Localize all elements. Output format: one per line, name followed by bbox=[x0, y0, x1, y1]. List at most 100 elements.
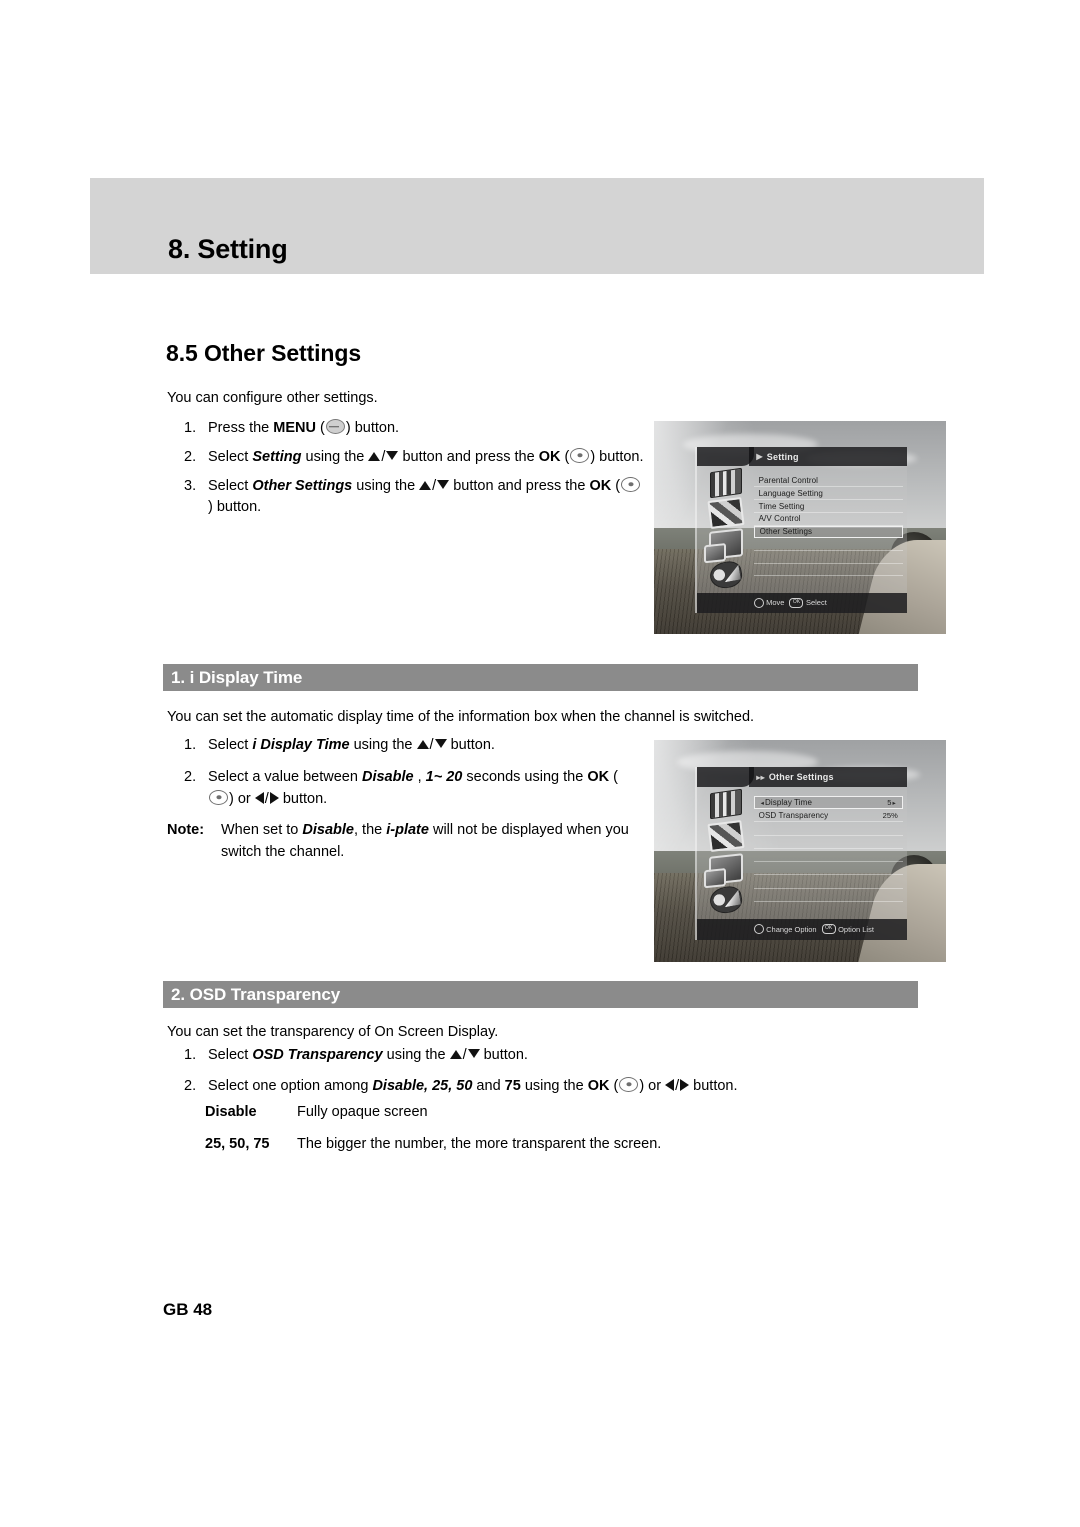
osd-screenshot-setting: ▶ Setting Parental Control Language Sett… bbox=[654, 421, 946, 634]
osd-menu-item-empty bbox=[753, 875, 903, 889]
step-text-pre: Select bbox=[208, 737, 253, 753]
osd-menu-item-selected[interactable]: Other Settings bbox=[753, 525, 903, 539]
step-text-mid2: button and press the bbox=[449, 477, 590, 494]
note-text-pre: When set to bbox=[221, 822, 303, 838]
ok-button-icon bbox=[621, 476, 641, 492]
step-text-mid3: ( bbox=[609, 1077, 619, 1094]
step-text: Select a value between Disable , 1~ 20 s… bbox=[208, 768, 618, 807]
step-text-post: button. bbox=[446, 737, 495, 753]
osd-menu-item-value: 25% bbox=[882, 810, 898, 820]
nav-key-icon bbox=[753, 924, 764, 935]
osd-hint-move: Move bbox=[753, 597, 784, 608]
ok-button-icon bbox=[209, 789, 228, 805]
arrow-right-icon bbox=[269, 791, 279, 804]
sub1-steps: 1. Select i Display Time using the / but… bbox=[184, 735, 634, 817]
osd-menu-item-empty bbox=[753, 564, 903, 577]
ok-keyword: OK bbox=[587, 768, 610, 785]
arrow-right-icon bbox=[680, 1078, 690, 1091]
nav-key-icon bbox=[753, 597, 764, 608]
chapter-title: 8. Setting bbox=[168, 234, 288, 264]
arrow-up-icon bbox=[419, 480, 432, 490]
osd-hint-bar: Move OK Select bbox=[696, 592, 908, 613]
step-text-post: ( bbox=[560, 448, 570, 465]
step-text: Select Setting using the / button and pr… bbox=[208, 447, 644, 465]
step-number: 2. bbox=[184, 1077, 197, 1094]
sub1-intro: You can set the automatic display time o… bbox=[167, 709, 755, 725]
arrow-down-icon bbox=[467, 1049, 480, 1058]
step-text-pre: Select bbox=[208, 1047, 253, 1063]
step-text-pre: Select bbox=[208, 448, 253, 465]
sub2-intro: You can set the transparency of On Scree… bbox=[167, 1024, 499, 1040]
step-item: 2. Select a value between Disable , 1~ 2… bbox=[184, 767, 634, 811]
step-item: 3. Select Other Settings using the / but… bbox=[184, 476, 644, 520]
osd-menu-item-label: Display Time bbox=[765, 798, 812, 808]
step-text-tail: ) button. bbox=[208, 499, 262, 516]
osd-menu-item-empty bbox=[753, 849, 903, 863]
note-label: Note: bbox=[167, 822, 205, 838]
osd-menu-item[interactable]: A/V Control bbox=[753, 513, 903, 526]
step-item: 2. Select Setting using the / button and… bbox=[184, 447, 644, 469]
definition-value: The bigger the number, the more transpar… bbox=[297, 1135, 662, 1152]
step-text-mid2: using the bbox=[520, 1077, 588, 1094]
step-text-mid2: seconds using the bbox=[462, 768, 588, 785]
other-settings-keyword: Other Settings bbox=[252, 477, 353, 494]
osd-screenshot-other-settings: ▸▸ Other Settings ◂ Display Time 5 ▸ OSD… bbox=[654, 740, 946, 962]
step-text-pre: Press the bbox=[208, 420, 274, 436]
display-icon bbox=[709, 852, 744, 885]
tools-icon bbox=[708, 559, 745, 591]
step-number: 1. bbox=[184, 420, 197, 436]
step-text-tail: ) button. bbox=[590, 448, 644, 465]
step-text-post: ( bbox=[611, 477, 621, 494]
step-item: 2. Select one option among Disable, 25, … bbox=[184, 1076, 864, 1098]
step-number: 2. bbox=[184, 768, 197, 785]
osd-menu-item-selected[interactable]: ◂ Display Time 5 ▸ bbox=[753, 796, 903, 810]
step-text-mid4: ) or bbox=[639, 1077, 666, 1094]
osd-menu-item-label: OSD Transparency bbox=[758, 810, 829, 820]
step-item: 1. Select i Display Time using the / but… bbox=[184, 735, 634, 757]
ok-keyword: OK bbox=[538, 448, 561, 465]
step-text-mid: using the bbox=[352, 477, 420, 494]
osd-menu-item-label: A/V Control bbox=[758, 514, 801, 524]
menu-button-icon bbox=[325, 419, 345, 434]
osd-icon-strip bbox=[699, 789, 754, 916]
step-text: Select i Display Time using the / button… bbox=[208, 737, 495, 753]
options-keyword: Disable, 25, 50 bbox=[372, 1077, 473, 1094]
equalizer-icon bbox=[710, 467, 743, 499]
osd-transparency-definitions: Disable Fully opaque screen 25, 50, 75 T… bbox=[205, 1102, 825, 1166]
osd-title-bar: ▶ Setting bbox=[749, 446, 908, 467]
osd-menu-item[interactable]: OSD Transparency 25% bbox=[753, 809, 903, 823]
step-text-mid3: ( bbox=[609, 768, 618, 785]
osd-hint-bar: Change Option OK Option List bbox=[696, 919, 908, 940]
disable-keyword: Disable bbox=[302, 822, 354, 838]
osd-title-bar: ▸▸ Other Settings bbox=[749, 766, 908, 788]
step-text-mid: ( bbox=[315, 420, 325, 436]
osd-panel: ▸▸ Other Settings ◂ Display Time 5 ▸ OSD… bbox=[694, 766, 908, 940]
osd-menu-item-label: Other Settings bbox=[759, 527, 813, 537]
arrow-right-icon: ▸ bbox=[892, 799, 896, 807]
subsection-bar-display-time: 1. i Display Time bbox=[163, 664, 918, 691]
section-title: 8.5 Other Settings bbox=[166, 340, 362, 366]
osd-menu-item[interactable]: Time Setting bbox=[753, 500, 903, 513]
step-text: Select one option among Disable, 25, 50 … bbox=[208, 1076, 738, 1094]
menu-keyword: MENU bbox=[273, 420, 316, 436]
osd-hint-label: Change Option bbox=[766, 924, 817, 934]
osd-menu-item[interactable]: Language Setting bbox=[753, 487, 903, 501]
arrow-left-icon bbox=[665, 1078, 675, 1091]
section-steps: 1. Press the MENU ( ) button. 2. Select S… bbox=[184, 418, 644, 526]
step-text-post: button. bbox=[278, 790, 328, 807]
step-text-mid: using the bbox=[301, 448, 369, 465]
osd-hint-label: Select bbox=[805, 598, 827, 608]
step-text: Select Other Settings using the / button… bbox=[208, 476, 644, 520]
osd-menu-item-label: Time Setting bbox=[758, 501, 805, 511]
arrow-left-icon: ◂ bbox=[760, 799, 764, 807]
equalizer-icon bbox=[710, 789, 743, 820]
osd-menu-item[interactable]: Parental Control bbox=[753, 475, 903, 488]
step-text-mid4: ) or bbox=[229, 790, 255, 807]
ok-key-icon: OK bbox=[821, 924, 836, 935]
ok-keyword: OK bbox=[589, 477, 612, 494]
subsection-bar-osd-transparency: 2. OSD Transparency bbox=[163, 981, 918, 1008]
step-text-post: button. bbox=[479, 1047, 528, 1063]
step-number: 3. bbox=[184, 477, 197, 494]
osd-icon-strip bbox=[699, 467, 754, 591]
ok-keyword: OK bbox=[587, 1077, 610, 1094]
